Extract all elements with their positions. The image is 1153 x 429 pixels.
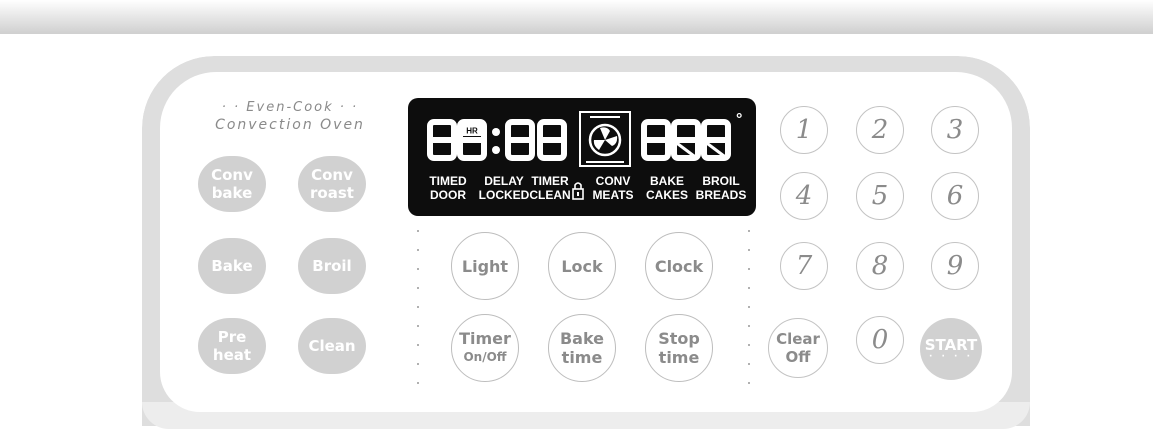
bake-time-line2: time	[561, 348, 603, 367]
clock-button[interactable]: Clock	[645, 232, 713, 300]
lock-label: Lock	[561, 256, 603, 276]
conv-bake-button[interactable]: Conv bake	[198, 156, 266, 212]
temp-digits	[641, 119, 731, 161]
broil-button[interactable]: Broil	[298, 238, 366, 294]
left-dot-separator	[417, 230, 421, 401]
indicator-clean: CLEAN	[529, 188, 570, 202]
start-button[interactable]: START · · · ·	[920, 318, 982, 380]
conv-roast-button[interactable]: Conv roast	[298, 156, 366, 212]
indicator-timed: TIMED	[429, 174, 467, 188]
digit-7-button[interactable]: 7	[780, 242, 828, 290]
conv-bake-line1: Conv	[211, 166, 253, 184]
digit-5-button[interactable]: 5	[856, 172, 904, 220]
indicator-delay: DELAY	[484, 174, 524, 188]
right-dot-separator	[748, 230, 752, 401]
timer-line1: Timer	[459, 329, 511, 348]
top-trim-strip	[0, 0, 1153, 34]
bake-button[interactable]: Bake	[198, 238, 266, 294]
indicator-timer: TIMER	[531, 174, 569, 188]
digit-0-button[interactable]: 0	[856, 316, 904, 364]
display-graphics: HR ° TIMED DOOR DELAY LOCKED TIMER CLEAN	[427, 111, 747, 202]
digit-6-button[interactable]: 6	[931, 172, 979, 220]
indicator-meats: MEATS	[592, 188, 633, 202]
led-display: HR ° TIMED DOOR DELAY LOCKED TIMER CLEAN	[408, 98, 756, 216]
indicator-locked: LOCKED	[479, 188, 530, 202]
time-colon	[492, 128, 500, 154]
conv-roast-line1: Conv	[311, 166, 353, 184]
brand-line1: · · Even-Cook · ·	[221, 100, 359, 115]
timer-button[interactable]: Timer On/Off	[451, 314, 519, 382]
timer-line2: On/Off	[463, 350, 507, 364]
stop-time-button[interactable]: Stop time	[645, 314, 713, 382]
preheat-line1: Pre	[217, 328, 247, 346]
indicator-cakes: CAKES	[646, 188, 688, 202]
digit-8-button[interactable]: 8	[856, 242, 904, 290]
degree-symbol: °	[736, 111, 742, 128]
light-label: Light	[461, 256, 509, 276]
indicator-bake: BAKE	[650, 174, 684, 188]
hr-indicator: HR	[466, 127, 478, 136]
clear-off-button[interactable]: Clear Off	[768, 318, 828, 378]
light-button[interactable]: Light	[451, 232, 519, 300]
indicator-conv: CONV	[596, 174, 631, 188]
conv-roast-line2: roast	[310, 184, 354, 202]
brand-line2: Convection Oven	[215, 117, 365, 133]
brand-label: · · Even-Cook · · Convection Oven	[200, 100, 380, 133]
broil-label: Broil	[312, 257, 352, 275]
preheat-line2: heat	[212, 346, 252, 364]
preheat-button[interactable]: Pre heat	[198, 318, 266, 374]
clean-button[interactable]: Clean	[298, 318, 366, 374]
padlock-icon	[572, 182, 584, 200]
bake-time-button[interactable]: Bake time	[548, 314, 616, 382]
lock-button[interactable]: Lock	[548, 232, 616, 300]
convection-fan-icon	[579, 111, 631, 167]
bake-label: Bake	[211, 257, 253, 275]
digit-4-button[interactable]: 4	[780, 172, 828, 220]
indicator-breads: BREADS	[696, 188, 747, 202]
stop-time-line1: Stop	[658, 329, 700, 348]
start-dots: · · · ·	[928, 352, 974, 362]
clock-label: Clock	[654, 256, 704, 276]
digit-9-button[interactable]: 9	[931, 242, 979, 290]
bake-time-line1: Bake	[559, 329, 605, 348]
clean-label: Clean	[308, 337, 356, 355]
stop-time-line2: time	[658, 348, 700, 367]
clear-line1: Clear	[776, 330, 820, 348]
clear-line2: Off	[785, 348, 811, 366]
indicator-broil: BROIL	[702, 174, 739, 188]
conv-bake-line2: bake	[211, 184, 253, 202]
digit-1-button[interactable]: 1	[780, 106, 828, 154]
digit-2-button[interactable]: 2	[856, 106, 904, 154]
digit-3-button[interactable]: 3	[931, 106, 979, 154]
indicator-door: DOOR	[430, 188, 466, 202]
